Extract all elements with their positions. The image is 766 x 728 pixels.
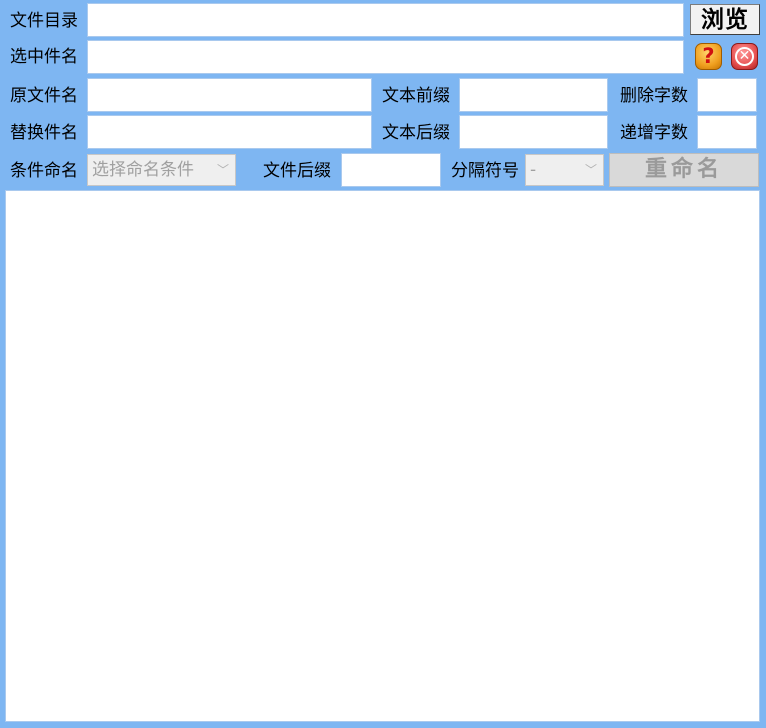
separator-label: 分隔符号: [451, 161, 519, 181]
help-glyph: ?: [702, 44, 715, 68]
chevron-down-icon: ﹀: [216, 163, 229, 177]
original-name-input[interactable]: [87, 78, 372, 112]
conditional-naming-label: 条件命名: [10, 161, 78, 181]
close-icon[interactable]: ✕: [731, 43, 758, 70]
text-prefix-input[interactable]: [459, 78, 608, 112]
original-name-label: 原文件名: [10, 86, 78, 106]
selected-name-label: 选中件名: [10, 47, 78, 67]
text-suffix-label: 文本后缀: [382, 123, 450, 143]
naming-condition-value: 选择命名条件: [92, 160, 194, 180]
replace-name-label: 替换件名: [10, 123, 78, 143]
text-suffix-input[interactable]: [459, 115, 608, 149]
selected-name-input[interactable]: [87, 40, 684, 74]
delete-count-input[interactable]: [697, 78, 757, 112]
increment-count-label: 递增字数: [620, 123, 688, 143]
increment-count-input[interactable]: [697, 115, 757, 149]
separator-select[interactable]: - ﹀: [525, 154, 604, 186]
help-icon[interactable]: ?: [695, 43, 722, 70]
replace-name-input[interactable]: [87, 115, 372, 149]
separator-value: -: [530, 160, 537, 180]
close-ring: ✕: [735, 47, 754, 66]
directory-label: 文件目录: [10, 11, 78, 31]
file-extension-input[interactable]: [341, 153, 441, 187]
text-prefix-label: 文本前缀: [382, 86, 450, 106]
rename-button[interactable]: 重命名: [609, 153, 759, 187]
file-extension-label: 文件后缀: [263, 161, 331, 181]
delete-count-label: 删除字数: [620, 86, 688, 106]
chevron-down-icon: ﹀: [584, 163, 597, 177]
file-list-panel[interactable]: [5, 190, 760, 722]
directory-input[interactable]: [87, 3, 684, 37]
naming-condition-select[interactable]: 选择命名条件 ﹀: [87, 154, 236, 186]
rename-tool-window: 文件目录 浏览 选中件名 ? ✕ 原文件名 文本前缀 删除字数 替换件名 文本后…: [0, 0, 766, 728]
browse-button[interactable]: 浏览: [690, 4, 760, 35]
close-glyph: ✕: [738, 48, 751, 64]
